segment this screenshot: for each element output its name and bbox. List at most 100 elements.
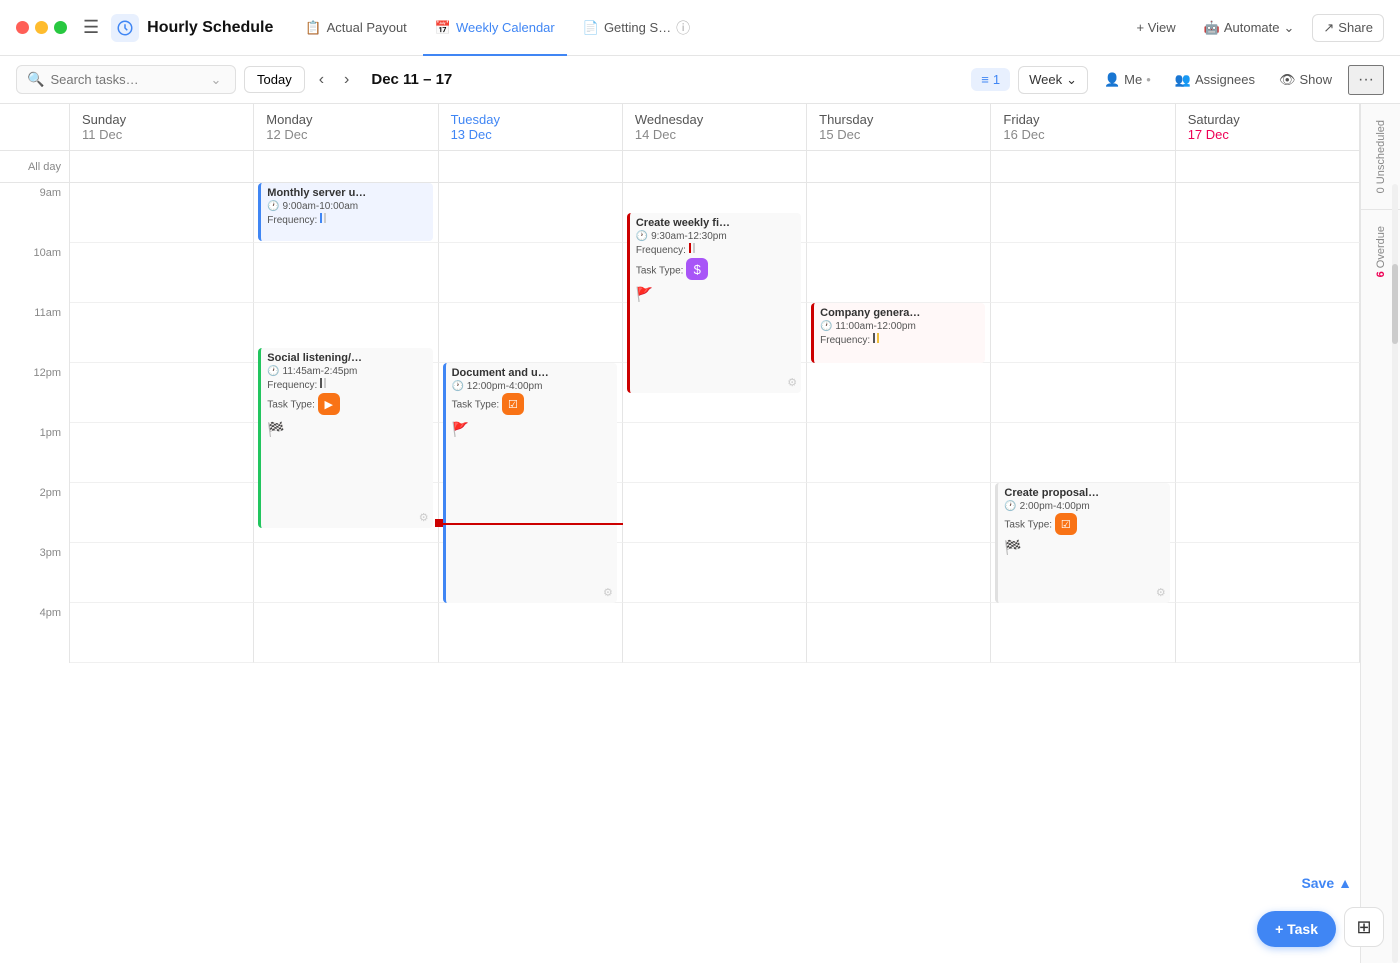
scrollbar[interactable]	[1392, 184, 1398, 963]
cell-fri-1[interactable]	[991, 423, 1175, 483]
more-button[interactable]: ···	[1348, 65, 1384, 95]
cell-thu-1[interactable]	[807, 423, 991, 483]
cell-wed-3[interactable]	[623, 543, 807, 603]
me-selector[interactable]: 👤 Me •	[1096, 67, 1159, 93]
allday-cell-fri[interactable]	[991, 151, 1175, 182]
automate-button[interactable]: 🤖 Automate ⌄	[1194, 15, 1305, 41]
cell-tue-4[interactable]	[439, 603, 623, 663]
save-button[interactable]: Save ▲	[1301, 875, 1352, 891]
cell-mon-4[interactable]	[254, 603, 438, 663]
cell-thu-10[interactable]	[807, 243, 991, 303]
cell-sat-11[interactable]	[1176, 303, 1360, 363]
cell-mon-3[interactable]	[254, 543, 438, 603]
cell-mon-11[interactable]	[254, 303, 438, 363]
tab-getting-started[interactable]: 📄 Getting S… ⓘ	[571, 12, 702, 44]
cell-tue-3[interactable]	[439, 543, 623, 603]
allday-label: All day	[0, 151, 70, 182]
date-range: Dec 11 – 17	[371, 71, 452, 88]
cell-sat-1[interactable]	[1176, 423, 1360, 483]
cell-sun-4[interactable]	[70, 603, 254, 663]
week-selector[interactable]: Week ⌄	[1018, 66, 1088, 94]
cell-sat-2[interactable]	[1176, 483, 1360, 543]
cell-sun-3[interactable]	[70, 543, 254, 603]
next-button[interactable]: ›	[338, 67, 355, 93]
tab-actual-payout[interactable]: 📋 Actual Payout	[293, 14, 418, 42]
allday-cell-tue[interactable]	[439, 151, 623, 182]
allday-cell-mon[interactable]	[254, 151, 438, 182]
titlebar: ☰ Hourly Schedule 📋 Actual Payout 📅 Week…	[0, 0, 1400, 56]
cell-fri-3[interactable]	[991, 543, 1175, 603]
app-title: Hourly Schedule	[147, 19, 273, 37]
cell-tue-12[interactable]	[439, 363, 623, 423]
unscheduled-count: 0	[1375, 187, 1387, 193]
allday-cell-sun[interactable]	[70, 151, 254, 182]
menu-icon[interactable]: ☰	[83, 17, 99, 38]
cell-tue-9[interactable]	[439, 183, 623, 243]
cell-tue-1[interactable]	[439, 423, 623, 483]
cell-thu-2[interactable]	[807, 483, 991, 543]
tab-weekly-calendar[interactable]: 📅 Weekly Calendar	[423, 14, 567, 42]
cell-wed-2[interactable]	[623, 483, 807, 543]
time-11am: 11am	[0, 303, 70, 363]
cell-wed-10[interactable]	[623, 243, 807, 303]
cell-sat-9[interactable]	[1176, 183, 1360, 243]
cell-sat-10[interactable]	[1176, 243, 1360, 303]
cell-wed-9[interactable]	[623, 183, 807, 243]
cell-tue-2[interactable]	[439, 483, 623, 543]
share-button[interactable]: ↗ Share	[1312, 14, 1384, 42]
minimize-button[interactable]	[35, 21, 48, 34]
calendar-body[interactable]: 9am 10am	[0, 183, 1360, 963]
cell-mon-1[interactable]	[254, 423, 438, 483]
assignees-button[interactable]: 👥 Assignees	[1167, 67, 1263, 93]
cell-fri-11[interactable]	[991, 303, 1175, 363]
show-button[interactable]: 👁 Show	[1271, 67, 1340, 93]
cell-thu-9[interactable]	[807, 183, 991, 243]
grid-icon-button[interactable]: ⊞	[1344, 907, 1384, 947]
scrollbar-thumb[interactable]	[1392, 264, 1398, 344]
cell-sat-12[interactable]	[1176, 363, 1360, 423]
cell-sun-1[interactable]	[70, 423, 254, 483]
cell-sun-9[interactable]	[70, 183, 254, 243]
cell-sat-4[interactable]	[1176, 603, 1360, 663]
cell-fri-10[interactable]	[991, 243, 1175, 303]
cell-mon-9[interactable]	[254, 183, 438, 243]
filter-badge[interactable]: ≡ 1	[971, 68, 1010, 91]
prev-button[interactable]: ‹	[313, 67, 330, 93]
overdue-count: 6	[1375, 272, 1387, 278]
time-12pm: 12pm	[0, 363, 70, 423]
cell-thu-4[interactable]	[807, 603, 991, 663]
view-button[interactable]: + View	[1126, 15, 1185, 40]
search-input[interactable]	[50, 72, 200, 87]
allday-cell-wed[interactable]	[623, 151, 807, 182]
cell-sun-2[interactable]	[70, 483, 254, 543]
cell-wed-1[interactable]	[623, 423, 807, 483]
maximize-button[interactable]	[54, 21, 67, 34]
cell-thu-11[interactable]	[807, 303, 991, 363]
filter-count: 1	[993, 72, 1000, 87]
cell-fri-4[interactable]	[991, 603, 1175, 663]
allday-cell-thu[interactable]	[807, 151, 991, 182]
cell-thu-12[interactable]	[807, 363, 991, 423]
cell-tue-11[interactable]	[439, 303, 623, 363]
cell-fri-2[interactable]	[991, 483, 1175, 543]
cell-sun-12[interactable]	[70, 363, 254, 423]
allday-cell-sat[interactable]	[1176, 151, 1360, 182]
cell-sat-3[interactable]	[1176, 543, 1360, 603]
today-button[interactable]: Today	[244, 66, 305, 93]
view-label: + View	[1136, 20, 1175, 35]
close-button[interactable]	[16, 21, 29, 34]
search-box[interactable]: 🔍 ⌄	[16, 65, 236, 94]
cell-tue-10[interactable]	[439, 243, 623, 303]
cell-mon-10[interactable]	[254, 243, 438, 303]
add-task-button[interactable]: + Task	[1257, 911, 1336, 947]
cell-wed-12[interactable]	[623, 363, 807, 423]
cell-wed-11[interactable]	[623, 303, 807, 363]
cell-thu-3[interactable]	[807, 543, 991, 603]
cell-mon-12[interactable]	[254, 363, 438, 423]
cell-fri-9[interactable]	[991, 183, 1175, 243]
cell-wed-4[interactable]	[623, 603, 807, 663]
cell-sun-10[interactable]	[70, 243, 254, 303]
cell-mon-2[interactable]	[254, 483, 438, 543]
cell-sun-11[interactable]	[70, 303, 254, 363]
cell-fri-12[interactable]	[991, 363, 1175, 423]
